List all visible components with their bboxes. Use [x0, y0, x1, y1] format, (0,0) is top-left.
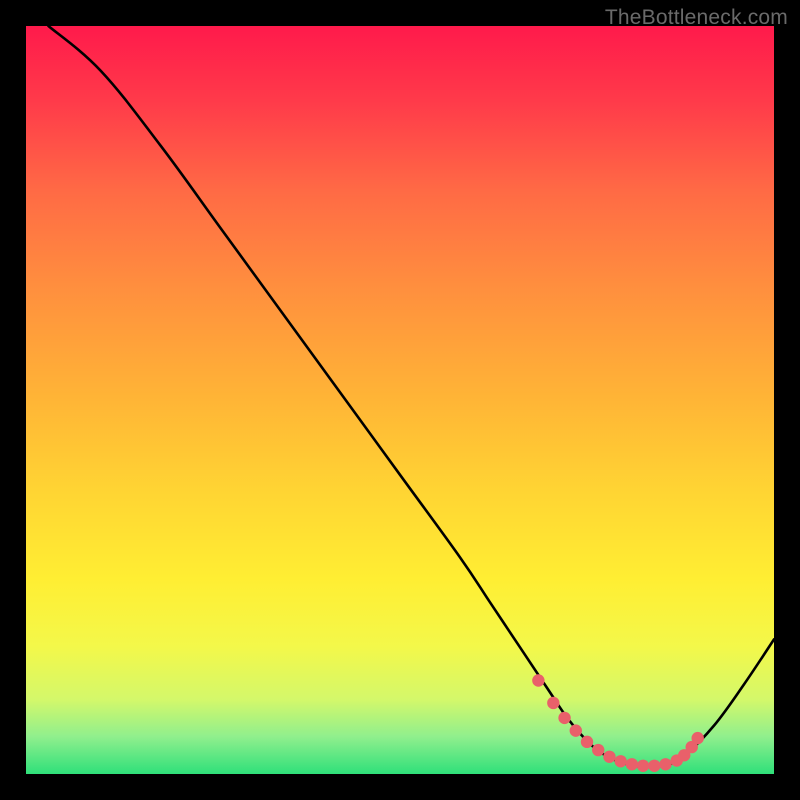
marker-dot: [532, 674, 544, 686]
plot-area: [26, 26, 774, 774]
chart-canvas: [0, 0, 800, 800]
marker-dot: [570, 724, 582, 736]
watermark-text: TheBottleneck.com: [605, 6, 788, 30]
marker-dot: [547, 697, 559, 709]
marker-dot: [626, 758, 638, 770]
chart-root: TheBottleneck.com: [0, 0, 800, 800]
marker-dot: [558, 712, 570, 724]
marker-dot: [581, 736, 593, 748]
marker-dot: [592, 744, 604, 756]
marker-dot: [603, 751, 615, 763]
marker-dot: [614, 755, 626, 767]
marker-dot: [637, 760, 649, 772]
marker-dot: [659, 758, 671, 770]
marker-dot: [692, 732, 704, 744]
marker-dot: [648, 760, 660, 772]
